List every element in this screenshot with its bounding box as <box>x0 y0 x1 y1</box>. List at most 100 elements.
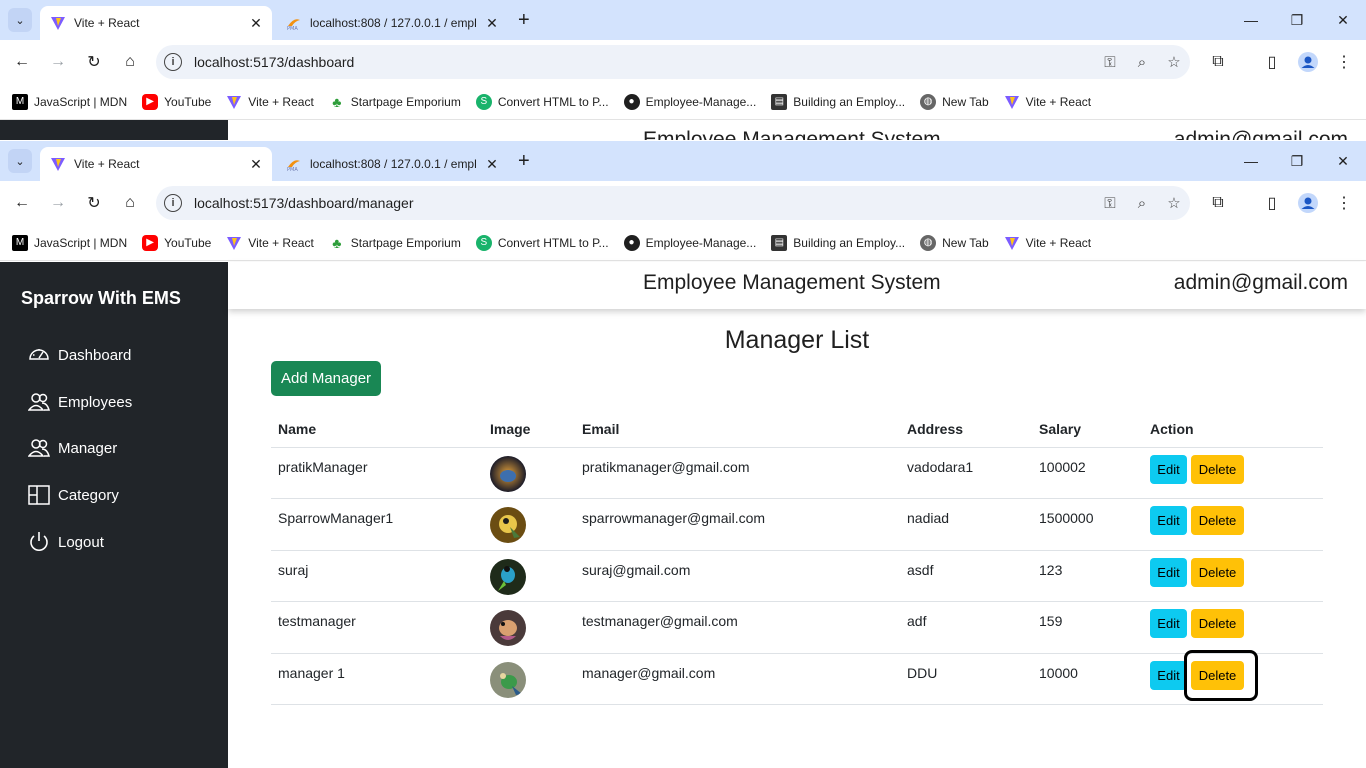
cell-address: nadiad <box>900 498 1032 551</box>
tab-search-button[interactable]: ⌄ <box>8 149 32 173</box>
restore-icon[interactable]: ❐ <box>1274 0 1320 40</box>
bookmark-vite[interactable]: Vite + React <box>226 235 314 251</box>
bookmark-building[interactable]: ▤ Building an Employ... <box>771 234 905 251</box>
new-tab-button[interactable]: + <box>518 8 530 32</box>
sidebar-item-dashboard[interactable]: Dashboard <box>28 344 131 366</box>
globe-icon: ◍ <box>920 234 937 251</box>
minimize-icon[interactable]: — <box>1228 0 1274 40</box>
bookmark-mdn[interactable]: M JavaScript | MDN <box>12 93 127 110</box>
menu-icon[interactable]: ⋮ <box>1332 50 1356 74</box>
bookmark-github[interactable]: ● Employee-Manage... <box>623 93 756 110</box>
sidebar-item-label: Manager <box>58 439 118 457</box>
tab-vite-react[interactable]: Vite + React ✕ <box>40 6 272 40</box>
convert-icon: S <box>475 93 492 110</box>
profile-icon[interactable] <box>1296 50 1320 74</box>
sidebar-item-employees[interactable]: Employees <box>28 391 132 413</box>
bookmark-youtube[interactable]: ▶ YouTube <box>142 234 211 251</box>
back-icon[interactable]: ← <box>10 50 34 74</box>
cell-address: adf <box>900 601 1032 654</box>
bookmark-newtab[interactable]: ◍ New Tab <box>920 234 989 251</box>
tab-strip: ⌄ Vite + React ✕ PMA localhost:808 / 127… <box>0 141 1366 181</box>
star-icon[interactable]: ☆ <box>1158 194 1190 212</box>
tab-phpmyadmin[interactable]: PMA localhost:808 / 127.0.0.1 / empl ✕ <box>276 6 508 40</box>
edit-button[interactable]: Edit <box>1150 660 1187 690</box>
sidebar-item-category[interactable]: Category <box>28 484 119 506</box>
side-panel-icon[interactable]: ▯ <box>1260 191 1284 215</box>
edit-button[interactable]: Edit <box>1150 609 1187 638</box>
close-icon[interactable]: ✕ <box>482 156 502 173</box>
brand[interactable]: Sparrow With EMS <box>21 288 181 309</box>
bookmark-convert[interactable]: S Convert HTML to P... <box>475 234 609 251</box>
extensions-icon[interactable]: ⧉ <box>1206 191 1230 215</box>
cell-email: pratikmanager@gmail.com <box>575 447 900 499</box>
edit-button[interactable]: Edit <box>1150 506 1187 535</box>
restore-icon[interactable]: ❐ <box>1274 141 1320 181</box>
cell-name: manager 1 <box>271 653 483 705</box>
edit-button[interactable]: Edit <box>1150 557 1187 587</box>
sidebar-item-manager[interactable]: Manager <box>28 437 117 459</box>
bookmark-startpage[interactable]: ♣ Startpage Emporium <box>329 235 461 251</box>
table-row: SparrowManager1 sparrowmanager@gmail.com… <box>271 498 1323 551</box>
bookmark-vite-2[interactable]: Vite + React <box>1004 235 1091 251</box>
address-bar[interactable]: i localhost:5173/dashboard/manager ⚿ ⌕ ☆ <box>156 186 1190 220</box>
profile-icon[interactable] <box>1296 191 1320 215</box>
back-icon[interactable]: ← <box>10 191 34 215</box>
forward-icon[interactable]: → <box>46 50 70 74</box>
bookmark-mdn[interactable]: M JavaScript | MDN <box>12 234 127 251</box>
bookmark-startpage[interactable]: ♣ Startpage Emporium <box>329 94 461 110</box>
bookmark-convert[interactable]: S Convert HTML to P... <box>475 93 609 110</box>
window-close-icon[interactable]: ✕ <box>1320 0 1366 40</box>
avatar <box>490 610 526 646</box>
key-icon[interactable]: ⚿ <box>1094 195 1126 212</box>
new-tab-button[interactable]: + <box>518 149 530 173</box>
sidebar-item-logout[interactable]: Logout <box>28 531 104 553</box>
delete-button[interactable]: Delete <box>1191 454 1244 484</box>
forward-icon[interactable]: → <box>46 191 70 215</box>
sidebar-item-label: Dashboard <box>58 346 132 364</box>
menu-icon[interactable]: ⋮ <box>1332 191 1356 215</box>
table-row: pratikManager pratikmanager@gmail.com va… <box>271 447 1323 499</box>
bookmark-youtube[interactable]: ▶ YouTube <box>142 93 211 110</box>
edit-button[interactable]: Edit <box>1150 454 1187 484</box>
address-bar[interactable]: i localhost:5173/dashboard ⚿ ⌕ ☆ <box>156 45 1190 79</box>
home-icon[interactable]: ⌂ <box>118 191 142 215</box>
bookmark-github[interactable]: ● Employee-Manage... <box>623 234 756 251</box>
window-close-icon[interactable]: ✕ <box>1320 141 1366 181</box>
tab-phpmyadmin[interactable]: PMA localhost:808 / 127.0.0.1 / empl ✕ <box>276 147 508 181</box>
close-icon[interactable]: ✕ <box>482 15 502 32</box>
key-icon[interactable]: ⚿ <box>1094 54 1126 71</box>
extensions-icon[interactable]: ⧉ <box>1206 50 1230 74</box>
tab-search-button[interactable]: ⌄ <box>8 8 32 32</box>
bookmark-newtab[interactable]: ◍ New Tab <box>920 93 989 110</box>
minimize-icon[interactable]: — <box>1228 141 1274 181</box>
tab-vite-react[interactable]: Vite + React ✕ <box>40 147 272 181</box>
vite-icon <box>1004 94 1020 110</box>
bookmark-building[interactable]: ▤ Building an Employ... <box>771 93 905 110</box>
vite-icon <box>226 235 242 251</box>
reload-icon[interactable]: ↻ <box>82 191 106 215</box>
close-icon[interactable]: ✕ <box>246 156 266 173</box>
star-icon[interactable]: ☆ <box>1158 53 1190 71</box>
site-info-icon[interactable]: i <box>164 194 182 212</box>
bookmark-vite[interactable]: Vite + React <box>226 94 314 110</box>
zoom-icon[interactable]: ⌕ <box>1126 54 1158 71</box>
home-icon[interactable]: ⌂ <box>118 50 142 74</box>
bookmark-vite-2[interactable]: Vite + React <box>1004 94 1091 110</box>
add-manager-button[interactable]: Add Manager <box>271 361 381 396</box>
vite-icon <box>50 156 66 172</box>
cell-address: DDU <box>900 653 1032 705</box>
close-icon[interactable]: ✕ <box>246 15 266 32</box>
site-info-icon[interactable]: i <box>164 53 182 71</box>
vite-icon <box>226 94 242 110</box>
speedometer-icon <box>28 344 50 366</box>
columns-icon <box>28 484 50 506</box>
sidebar-item-label: Logout <box>58 533 104 551</box>
side-panel-icon[interactable]: ▯ <box>1260 50 1284 74</box>
delete-button[interactable]: Delete <box>1191 506 1244 535</box>
delete-button[interactable]: Delete <box>1191 609 1244 638</box>
reload-icon[interactable]: ↻ <box>82 50 106 74</box>
phpmyadmin-icon: PMA <box>286 156 302 173</box>
bookmarks-bar: M JavaScript | MDN ▶ YouTube Vite + React … <box>0 225 1366 261</box>
delete-button[interactable]: Delete <box>1191 557 1244 587</box>
zoom-icon[interactable]: ⌕ <box>1126 195 1158 212</box>
